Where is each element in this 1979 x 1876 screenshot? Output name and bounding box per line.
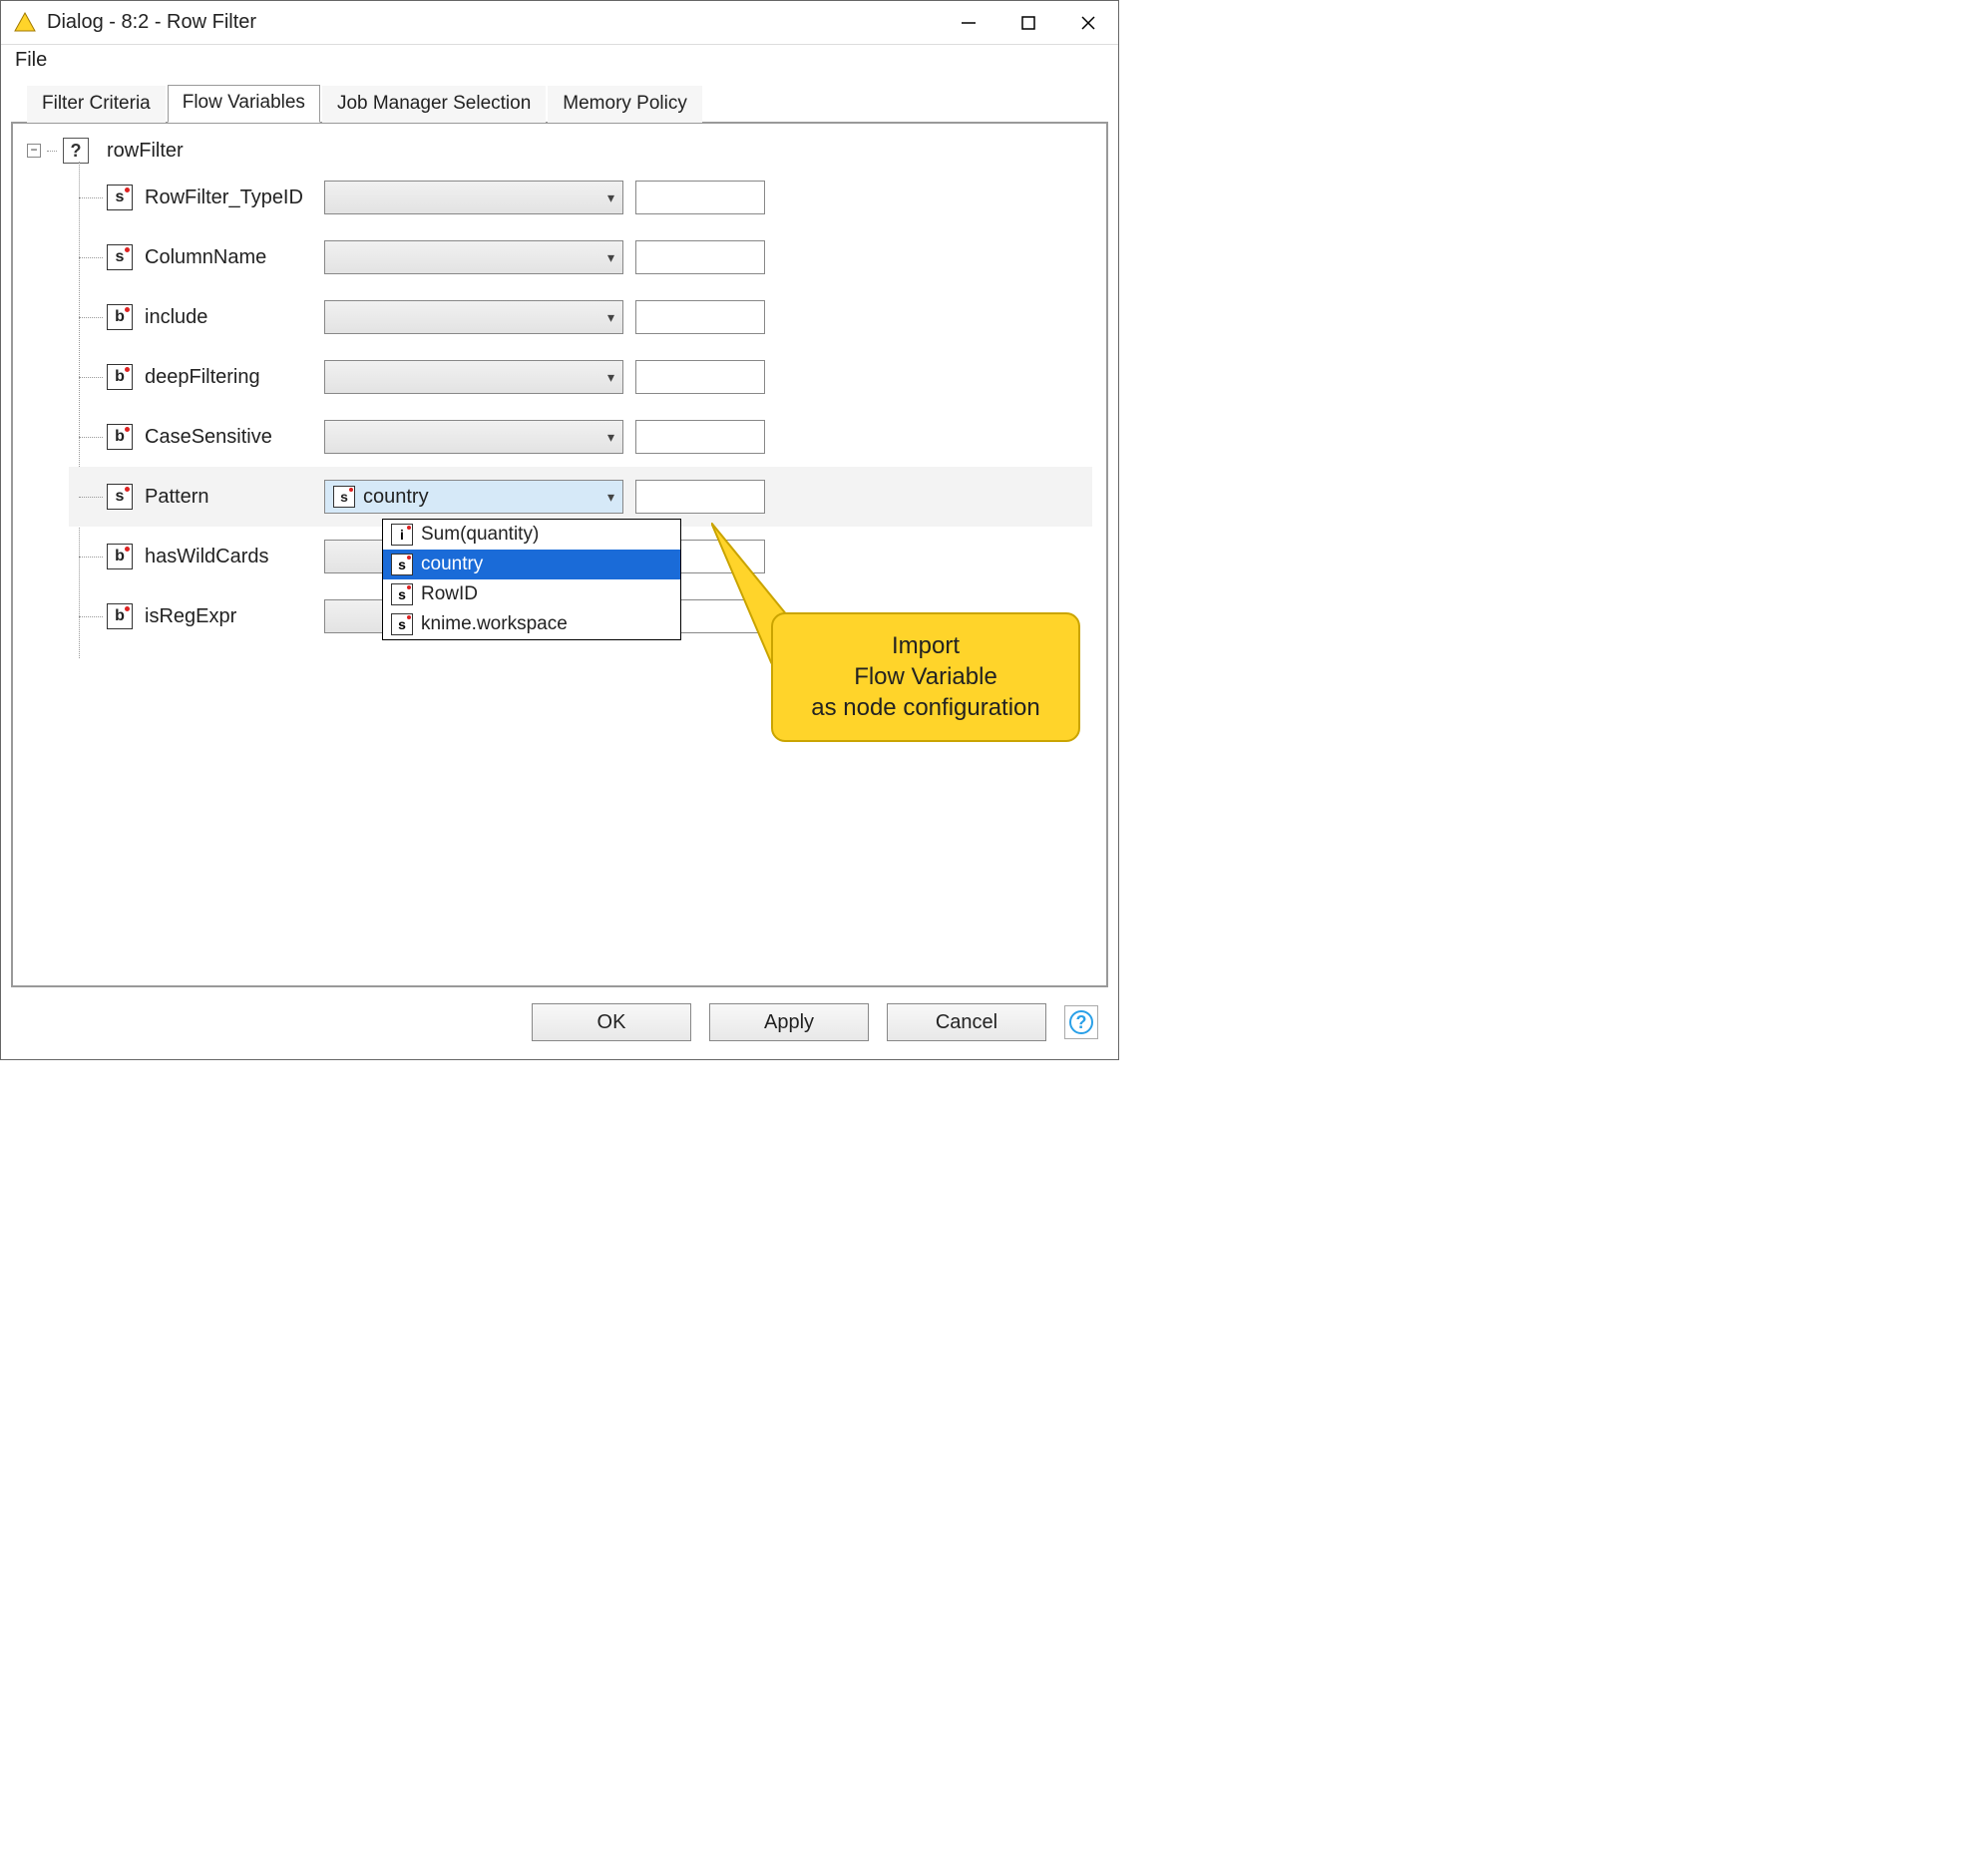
var-row-include: b include ▾ [69,287,1092,347]
callout-line: Flow Variable [793,661,1058,692]
var-combo[interactable]: ▾ [324,181,623,214]
type-badge-int: i [391,524,413,546]
var-label: include [145,306,324,329]
var-combo[interactable]: ▾ [324,240,623,274]
titlebar: Dialog - 8:2 - Row Filter [1,1,1118,45]
dropdown-item[interactable]: s RowID [383,579,680,609]
ok-button[interactable]: OK [532,1003,691,1041]
apply-button[interactable]: Apply [709,1003,869,1041]
var-row-pattern: s Pattern s country ▾ [69,467,1092,527]
var-combo[interactable]: ▾ [324,420,623,454]
var-label: deepFiltering [145,366,324,389]
type-badge-bool: b [107,603,133,629]
maximize-button[interactable] [998,1,1058,44]
tree-collapse-icon[interactable]: − [27,144,41,158]
combo-selected-label: country [363,486,429,509]
svg-text:?: ? [1076,1012,1087,1032]
menubar: File [1,45,1118,80]
dialog-window: Dialog - 8:2 - Row Filter File Filter Cr… [0,0,1119,1060]
tab-filter-criteria[interactable]: Filter Criteria [27,86,166,123]
var-row-deepfiltering: b deepFiltering ▾ [69,347,1092,407]
var-row-columnname: s ColumnName ▾ [69,227,1092,287]
minimize-button[interactable] [939,1,998,44]
type-badge-bool: b [107,304,133,330]
dropdown-item[interactable]: i Sum(quantity) [383,520,680,550]
var-value-input[interactable] [635,300,765,334]
var-value-input[interactable] [635,420,765,454]
close-button[interactable] [1058,1,1118,44]
type-badge-string: s [391,613,413,635]
type-badge-string: s [107,244,133,270]
dropdown-item[interactable]: s knime.workspace [383,609,680,639]
type-badge-string: s [107,484,133,510]
content-area: Filter Criteria Flow Variables Job Manag… [1,80,1118,987]
var-label: Pattern [145,486,324,509]
chevron-down-icon: ▾ [607,189,614,206]
help-node-icon: ? [63,138,89,164]
var-value-input[interactable] [635,480,765,514]
chevron-down-icon: ▾ [607,249,614,266]
type-badge-bool: b [107,544,133,569]
chevron-down-icon: ▾ [607,369,614,386]
tab-job-manager[interactable]: Job Manager Selection [322,86,546,123]
annotation-callout: Import Flow Variable as node configurati… [771,612,1080,742]
type-badge-bool: b [107,364,133,390]
app-icon [13,11,37,35]
window-title: Dialog - 8:2 - Row Filter [47,11,939,34]
flow-variables-panel: − ? rowFilter s RowFilter_TypeID ▾ s Col… [11,122,1108,987]
var-label: isRegExpr [145,605,324,628]
var-row-casesensitive: b CaseSensitive ▾ [69,407,1092,467]
dropdown-item-label: country [421,554,483,575]
pattern-dropdown: i Sum(quantity) s country s RowID s knim… [382,519,681,640]
chevron-down-icon: ▾ [607,309,614,326]
menu-file[interactable]: File [15,49,47,71]
type-badge-string: s [333,486,355,508]
var-label: hasWildCards [145,546,324,568]
tab-memory-policy[interactable]: Memory Policy [548,86,702,123]
tab-flow-variables[interactable]: Flow Variables [168,85,320,123]
callout-line: as node configuration [793,692,1058,723]
type-badge-string: s [391,583,413,605]
var-value-input[interactable] [635,240,765,274]
var-combo-pattern[interactable]: s country ▾ [324,480,623,514]
chevron-down-icon: ▾ [607,489,614,506]
callout-line: Import [793,630,1058,661]
tab-strip: Filter Criteria Flow Variables Job Manag… [11,85,1108,123]
chevron-down-icon: ▾ [607,429,614,446]
var-combo[interactable]: ▾ [324,360,623,394]
help-button[interactable]: ? [1064,1005,1098,1039]
dropdown-item-label: Sum(quantity) [421,524,539,546]
dropdown-item-label: knime.workspace [421,613,568,635]
window-controls [939,1,1118,44]
type-badge-string: s [391,554,413,575]
button-bar: OK Apply Cancel ? [1,987,1118,1059]
var-label: ColumnName [145,246,324,269]
cancel-button[interactable]: Cancel [887,1003,1046,1041]
var-value-input[interactable] [635,181,765,214]
var-label: RowFilter_TypeID [145,187,324,209]
var-label: CaseSensitive [145,426,324,449]
var-combo[interactable]: ▾ [324,300,623,334]
dropdown-item-selected[interactable]: s country [383,550,680,579]
type-badge-string: s [107,185,133,210]
tree-root: − ? rowFilter [27,138,1092,164]
var-value-input[interactable] [635,360,765,394]
type-badge-bool: b [107,424,133,450]
dropdown-item-label: RowID [421,583,478,605]
tree-root-label: rowFilter [107,140,184,163]
var-row-rowfilter-typeid: s RowFilter_TypeID ▾ [69,168,1092,227]
